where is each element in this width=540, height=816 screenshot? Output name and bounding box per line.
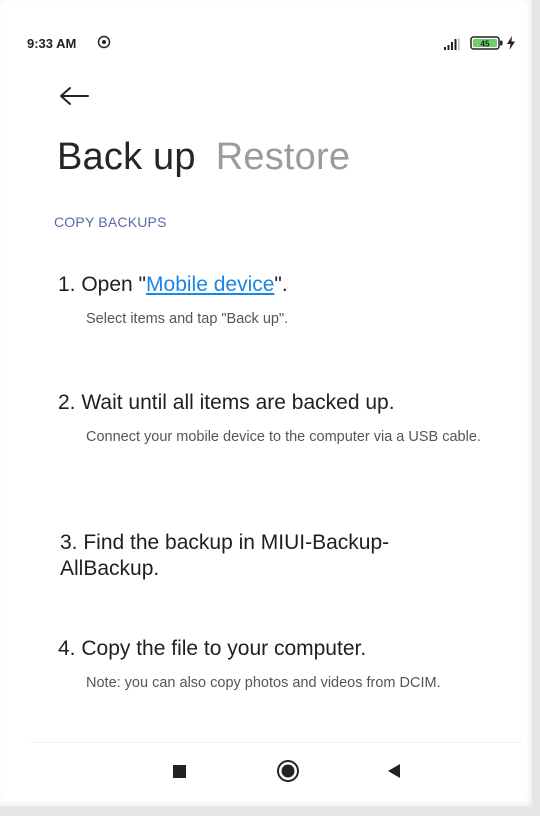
battery-icon: 45 [470,36,504,50]
step-description: Select items and tap "Back up". [86,311,289,327]
step-item: 4. Copy the file to your computer. Note:… [58,636,506,692]
step-title: 2. Wait until all items are backed up. [58,391,395,414]
back-button[interactable] [58,82,94,110]
step-title-prefix: 1. Open " [58,273,147,296]
status-time: 9:33 AM [27,36,77,51]
step-title-suffix: ". [274,273,288,296]
navigation-bar [30,742,522,801]
charging-icon [507,36,515,50]
status-bar: 9:33 AM 45 [27,35,522,56]
step-title: 1. Open "Mobile device". [58,272,506,298]
mobile-device-link[interactable]: Mobile device [146,273,274,296]
step-item: 3. Find the backup in MIUI-Backup-AllBac… [58,530,390,582]
tab-restore[interactable]: Restore [216,136,350,178]
step-title: 4. Copy the file to your computer. [58,637,367,660]
arrow-left-icon [60,87,89,105]
signal-icon [444,38,460,50]
section-title: COPY BACKUPS [54,214,167,230]
step-description: Connect your mobile device to the comput… [86,429,481,445]
tab-bar: Back up Restore [57,136,350,179]
sync-icon [97,35,111,49]
tab-back-up[interactable]: Back up [57,136,196,178]
back-triangle-icon[interactable] [386,763,402,779]
battery-level: 45 [481,40,490,49]
step-title: 3. Find the backup in MIUI-Backup-AllBac… [60,531,390,580]
recent-apps-icon[interactable] [173,765,186,778]
step-item: 2. Wait until all items are backed up. C… [58,390,506,446]
home-icon[interactable] [276,759,300,783]
step-description: Note: you can also copy photos and video… [86,675,441,691]
step-item: 1. Open "Mobile device". Select items an… [58,272,506,328]
